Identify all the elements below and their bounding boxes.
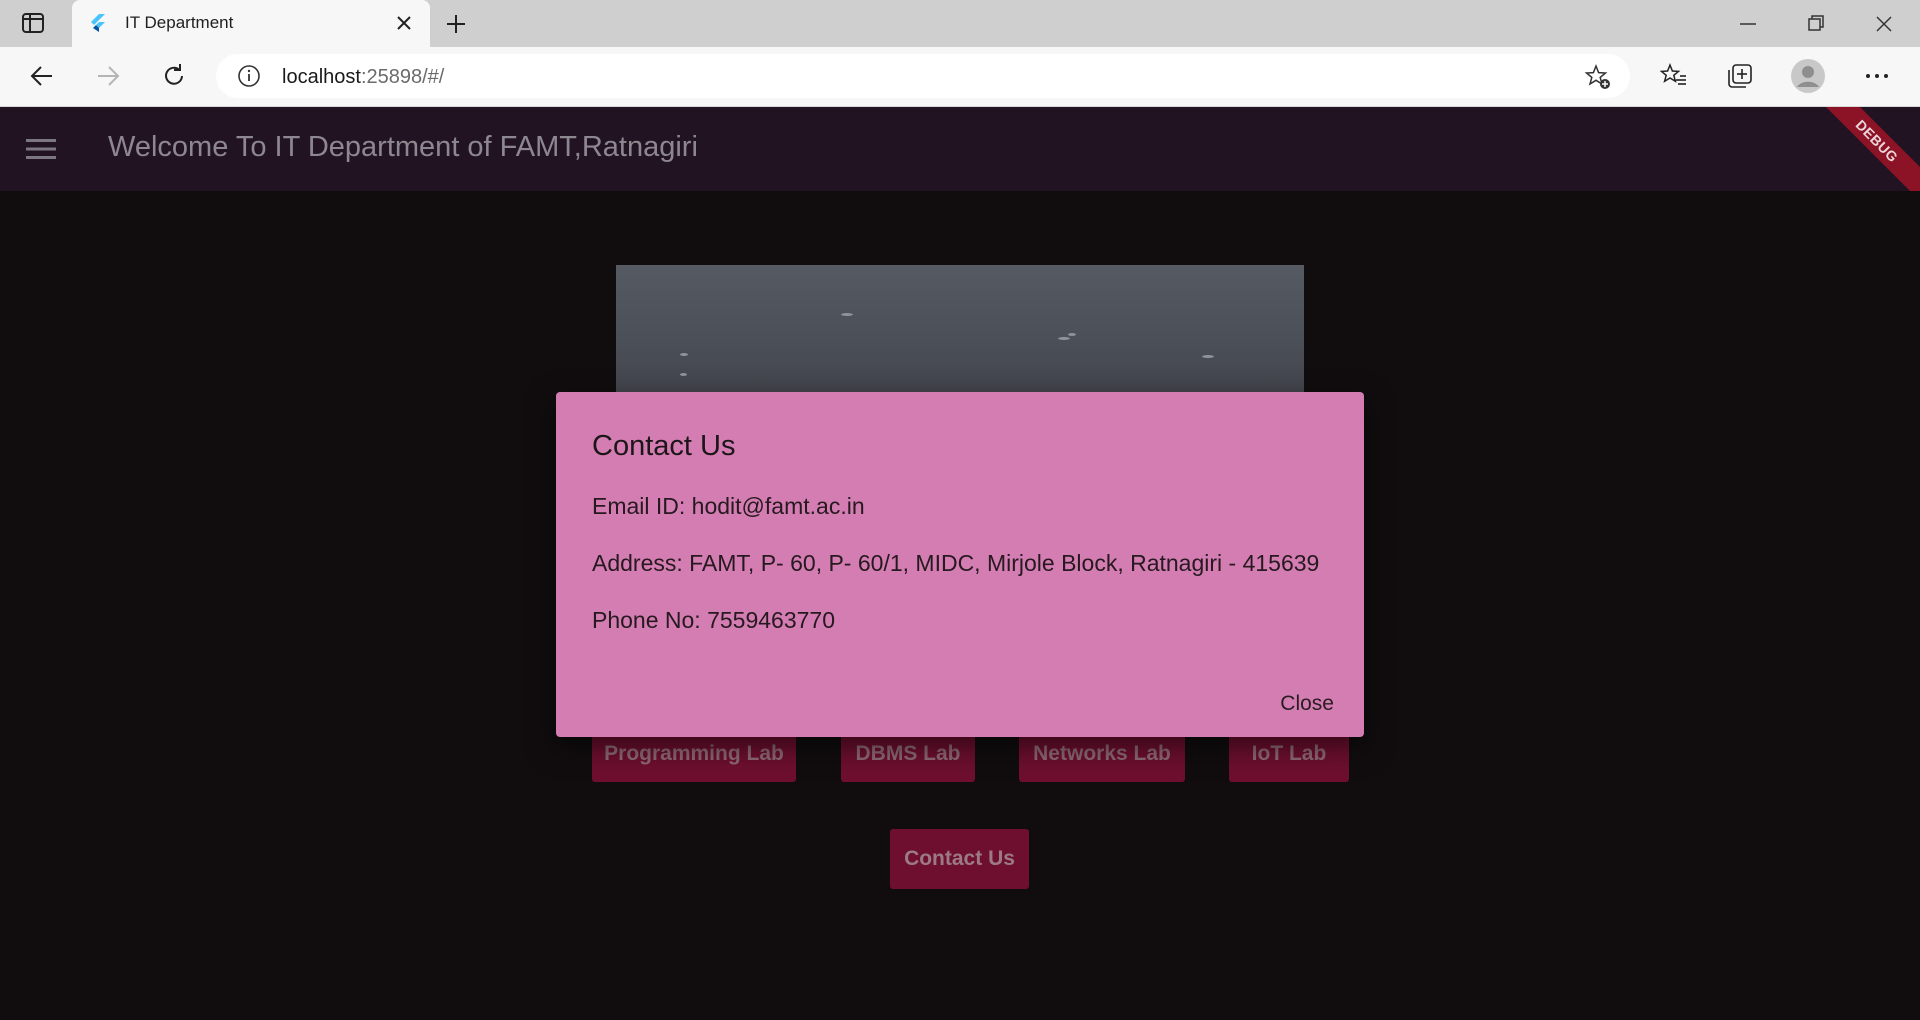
contact-us-button[interactable]: Contact Us [890, 829, 1029, 889]
department-image [616, 265, 1304, 393]
favorites-icon[interactable] [1660, 62, 1688, 90]
bird-shape [1068, 333, 1076, 336]
url-host: localhost [282, 66, 361, 88]
menu-icon[interactable] [26, 137, 56, 161]
more-icon[interactable] [1863, 62, 1891, 90]
favorite-add-icon[interactable] [1584, 63, 1612, 91]
forward-icon [98, 66, 120, 86]
email-text: Email ID: hodit@famt.ac.in [592, 493, 865, 519]
phone-text: Phone No: 7559463770 [592, 607, 835, 633]
url-path: :25898/#/ [360, 66, 445, 88]
bird-shape [841, 313, 853, 316]
bird-shape [1202, 355, 1214, 358]
plus-icon[interactable] [444, 12, 468, 36]
bird-shape [680, 373, 687, 376]
bird-shape [680, 353, 688, 356]
contact-dialog: Contact Us Email ID: hodit@famt.ac.in Ad… [556, 392, 1364, 737]
profile-icon[interactable] [1790, 58, 1826, 94]
info-icon[interactable] [236, 63, 262, 89]
close-icon[interactable] [394, 13, 414, 33]
app-title: Welcome To IT Department of FAMT,Ratnagi… [108, 131, 698, 163]
tab-title: IT Department [125, 13, 234, 32]
refresh-icon[interactable] [160, 62, 188, 90]
address-bar[interactable]: localhost:25898/#/ [216, 54, 1630, 98]
bird-shape [1058, 337, 1070, 340]
flutter-icon [91, 14, 105, 32]
browser-tab[interactable]: IT Department [72, 0, 430, 47]
collections-icon[interactable] [1726, 62, 1754, 90]
window-close-icon[interactable] [1872, 12, 1896, 36]
app-bar: Welcome To IT Department of FAMT,Ratnagi… [0, 107, 1920, 191]
browser-tabbar: IT Department [0, 0, 1920, 47]
restore-icon[interactable] [1804, 12, 1828, 36]
browser-toolbar: localhost:25898/#/ [0, 47, 1920, 107]
minimize-icon[interactable] [1736, 12, 1760, 36]
back-icon[interactable] [28, 62, 56, 90]
close-button[interactable]: Close [1280, 692, 1334, 716]
address-text: Address: FAMT, P- 60, P- 60/1, MIDC, Mir… [592, 550, 1320, 576]
dialog-title: Contact Us [592, 430, 736, 462]
debug-banner: DEBUG [1801, 107, 1920, 191]
url-text: localhost:25898/#/ [282, 66, 444, 89]
tab-actions-icon[interactable] [22, 13, 44, 33]
